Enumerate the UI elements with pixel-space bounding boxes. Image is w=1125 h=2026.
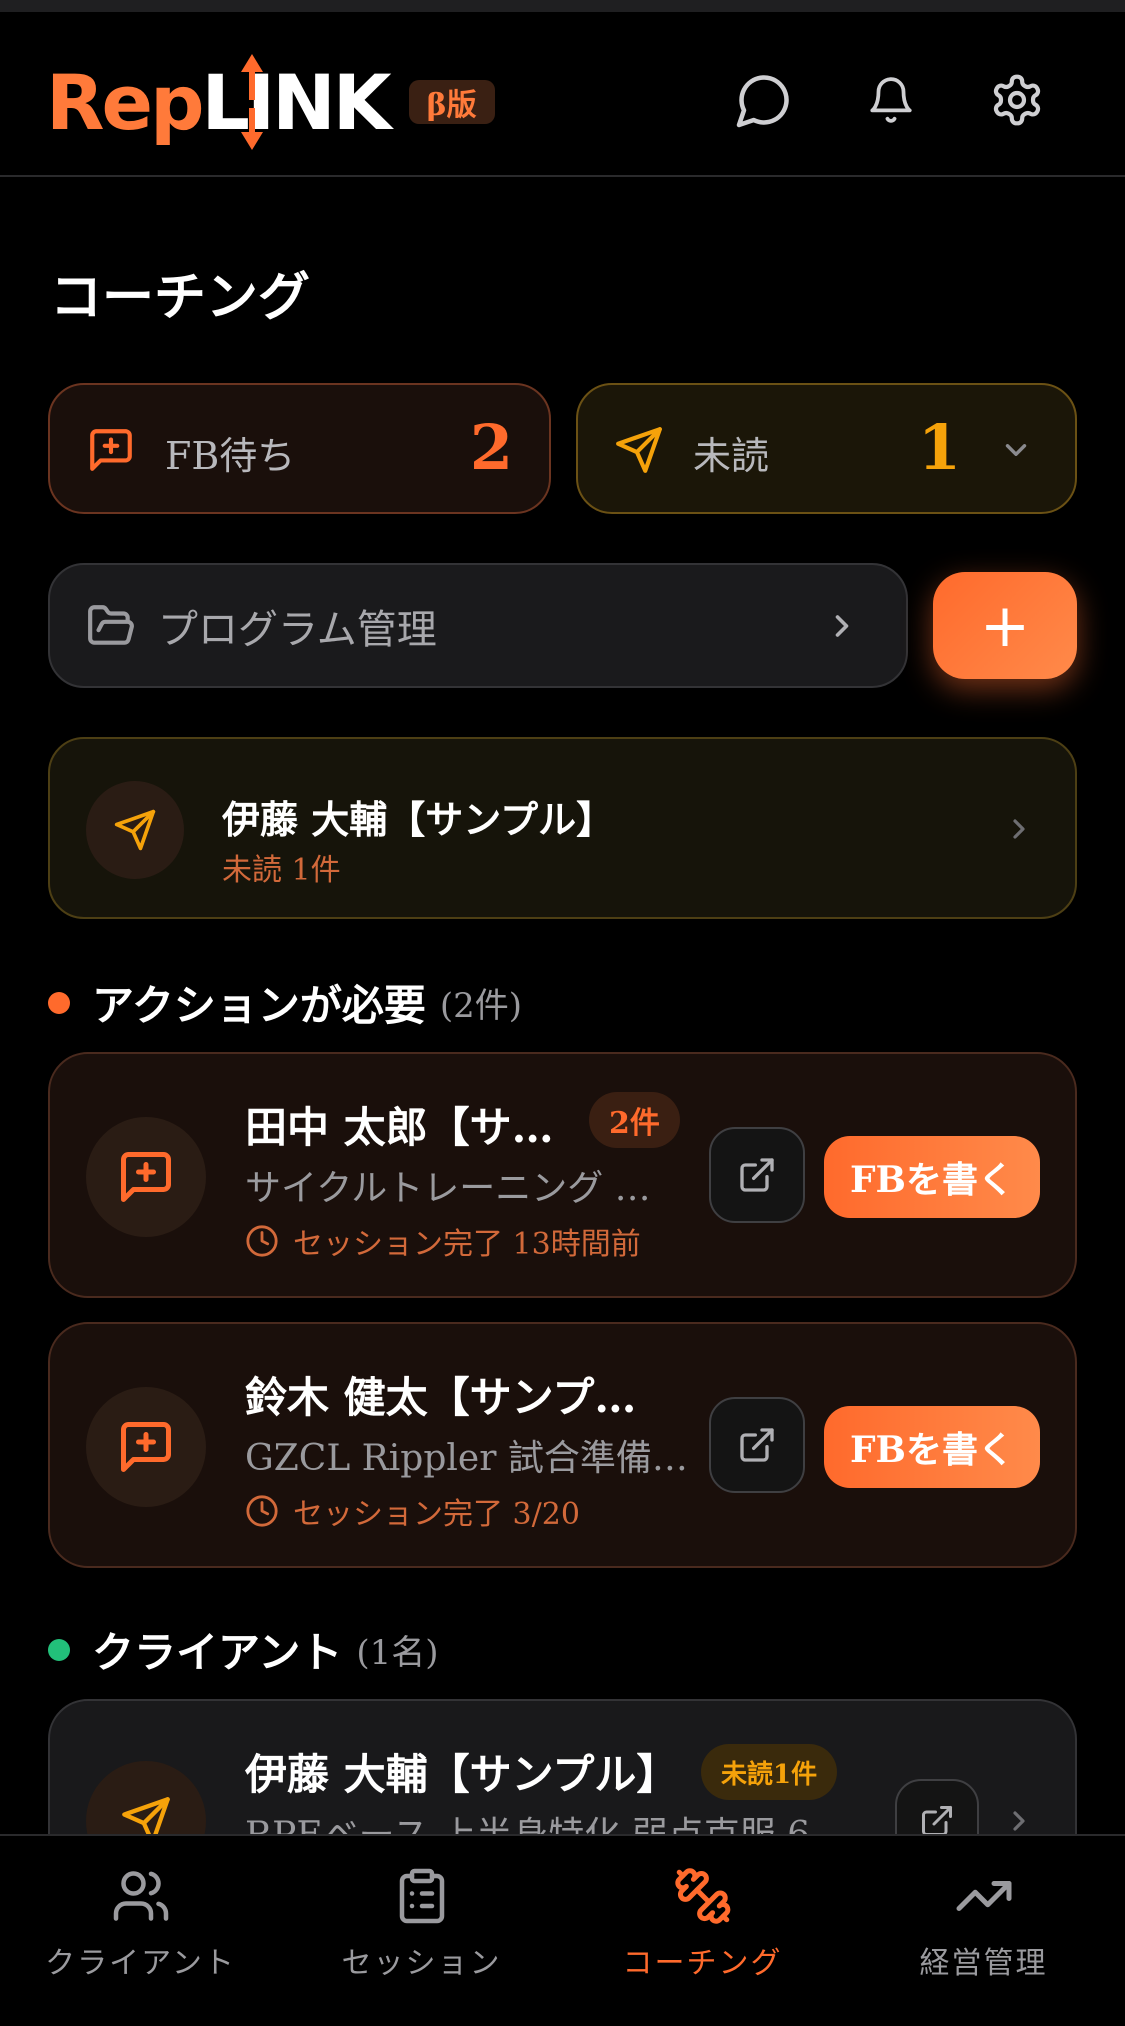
program-management-label: プログラム管理: [158, 606, 437, 653]
external-link-button[interactable]: [709, 1397, 805, 1493]
app-header: Rep LINK β版: [0, 12, 1125, 177]
client-section-count: (1名): [356, 1633, 439, 1673]
action-section-title: アクションが必要: [92, 981, 426, 1030]
bell-icon[interactable]: [858, 67, 924, 133]
write-fb-button[interactable]: FBを書く: [824, 1406, 1040, 1488]
chevron-down-icon[interactable]: [999, 433, 1033, 467]
message-plus-icon-circle: [86, 1387, 206, 1507]
unread-badge: 未読1件: [701, 1744, 838, 1800]
chevron-right-icon: [835, 615, 849, 637]
session-meta: セッション完了 3/20: [245, 1489, 580, 1533]
chat-icon[interactable]: [731, 67, 797, 133]
plus-icon: +: [979, 590, 1031, 661]
message-plus-icon: [121, 1152, 171, 1202]
client-name: 田中 太郎【サ…: [245, 1103, 554, 1152]
unread-client-sub: 未読 1件: [222, 853, 341, 888]
clipboard-icon: [399, 1868, 444, 1924]
send-icon-circle: [86, 781, 184, 879]
add-button[interactable]: +: [933, 572, 1077, 679]
send-icon: [616, 427, 662, 473]
chevron-right-icon: [1013, 819, 1025, 839]
chevron-right-icon: [1013, 1811, 1025, 1831]
nav-clients-label: クライアント: [45, 1946, 236, 1981]
write-fb-button[interactable]: FBを書く: [824, 1136, 1040, 1218]
external-link-icon: [740, 1158, 774, 1192]
status-bar: [0, 0, 1125, 12]
trending-up-icon: [956, 1881, 1011, 1911]
nav-coaching-label: コーチング: [622, 1946, 783, 1981]
page-title: コーチング: [50, 267, 311, 328]
unread-count: 1: [917, 411, 961, 484]
users-icon: [113, 1871, 168, 1921]
nav-business[interactable]: 経営管理: [843, 1836, 1124, 2026]
nav-clients[interactable]: クライアント: [0, 1836, 281, 2026]
action-section-header: アクションが必要 (2件): [48, 972, 522, 1033]
bottom-nav: クライアント セッション コーチング 経営管理: [0, 1834, 1125, 2026]
unread-client-banner[interactable]: 伊藤 大輔【サンプル】 未読 1件: [48, 737, 1077, 919]
action-card[interactable]: 田中 太郎【サ… 2件 サイクルトレーニング … セッション完了 13時間前 F…: [48, 1052, 1077, 1298]
coaching-screen: Rep LINK β版 コーチング FB待ち 2 未読 1 プログラム管理 + …: [0, 0, 1125, 2026]
program-name: GZCL Rippler 試合準備…: [245, 1438, 688, 1479]
green-dot: [48, 1638, 70, 1661]
folder-open-icon: [88, 604, 134, 645]
program-name: サイクルトレーニング …: [245, 1168, 651, 1209]
clock-icon: [246, 1225, 278, 1257]
client-name: 鈴木 健太【サンプ…: [245, 1373, 637, 1422]
unread-label: 未読: [693, 434, 770, 478]
nav-business-label: 経営管理: [919, 1946, 1048, 1981]
orange-dot: [48, 991, 70, 1014]
logo-link-text: LINK: [201, 53, 392, 150]
action-card[interactable]: 鈴木 健太【サンプ… GZCL Rippler 試合準備… セッション完了 3/…: [48, 1322, 1077, 1568]
nav-coaching[interactable]: コーチング: [562, 1836, 843, 2026]
nav-sessions[interactable]: セッション: [281, 1836, 562, 2026]
logo-link-label: LINK: [201, 57, 391, 147]
message-plus-icon: [121, 1422, 171, 1472]
client-section-title: クライアント: [92, 1628, 343, 1677]
session-meta-text: セッション完了 3/20: [293, 1497, 580, 1532]
message-plus-icon: [90, 429, 132, 471]
message-plus-icon-circle: [86, 1117, 206, 1237]
clock-icon: [246, 1495, 278, 1527]
beta-badge: β版: [408, 80, 495, 124]
fb-pending-count: 2: [469, 411, 513, 484]
session-meta-text: セッション完了 13時間前: [293, 1227, 641, 1262]
session-meta: セッション完了 13時間前: [245, 1219, 641, 1263]
unread-card[interactable]: 未読 1: [576, 383, 1077, 514]
program-management-row[interactable]: プログラム管理: [48, 563, 908, 688]
logo-arrow-icon: [241, 53, 264, 150]
fb-count-badge: 2件: [589, 1092, 680, 1148]
fb-pending-card[interactable]: FB待ち 2: [48, 383, 551, 514]
nav-sessions-label: セッション: [341, 1946, 502, 1981]
dumbbell-icon: [674, 1868, 730, 1924]
send-icon: [114, 809, 156, 851]
replink-logo[interactable]: Rep LINK β版: [46, 52, 495, 152]
unread-client-name: 伊藤 大輔【サンプル】: [222, 797, 615, 842]
fb-pending-label: FB待ち: [165, 434, 296, 478]
external-link-button[interactable]: [709, 1127, 805, 1223]
gear-icon[interactable]: [984, 67, 1050, 133]
client-section-header: クライアント (1名): [48, 1619, 439, 1680]
logo-rep-text: Rep: [46, 57, 204, 147]
client-name: 伊藤 大輔【サンプル】: [245, 1750, 679, 1799]
action-section-count: (2件): [439, 986, 523, 1026]
external-link-icon: [740, 1428, 774, 1462]
